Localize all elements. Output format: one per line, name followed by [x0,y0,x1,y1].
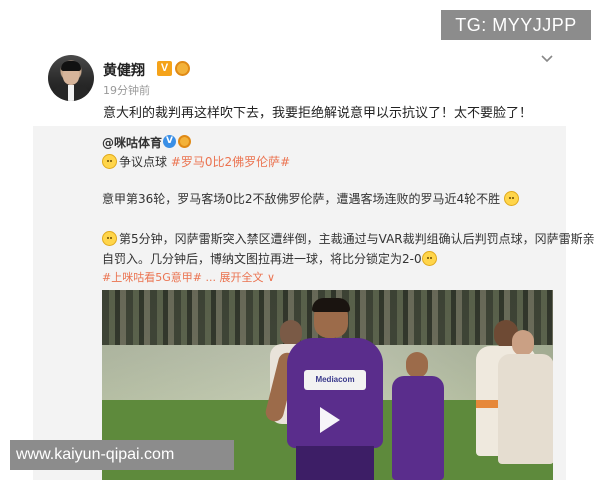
play-icon[interactable] [310,402,346,438]
emoji-icon [102,231,117,246]
avatar-shirt [68,85,74,101]
medal-icon [175,61,190,76]
vip-badge-icon: V [157,61,172,76]
post-time[interactable]: 19分钟前 [103,82,150,98]
paragraph-2a-text: 第5分钟，冈萨雷斯突入禁区遭绊倒，主裁通过与VAR裁判组确认后判罚点球，冈萨雷斯… [119,232,595,246]
repost-paragraph-2-cont: 自罚入。几分钟后，博纳文图拉再进一球，将比分锁定为2-0 [102,250,439,267]
author-name[interactable]: 黄健翔 [103,60,145,80]
hashtag-link[interactable]: #罗马0比2佛罗伦萨# [171,155,290,169]
avatar-hair [61,61,81,71]
post-text: 意大利的裁判再这样吹下去，我要拒绝解说意甲以示抗议了！太不要脸了！ [103,106,533,121]
promo-line: #上咪咕看5G意甲# ... 展开全文 ∨ [102,269,275,285]
player-fiorentina: Mediacom [263,298,392,480]
emoji-icon [102,154,117,169]
site-watermark: www.kaiyun-qipai.com [10,440,234,470]
chevron-down-icon[interactable] [540,52,554,66]
emoji-icon [421,251,437,266]
paragraph-2b-text: 自罚入。几分钟后，博纳文图拉再进一球，将比分锁定为2-0 [102,252,422,266]
avatar[interactable] [48,55,94,101]
promo-hashtag-link[interactable]: #上咪咕看5G意甲# [102,271,205,284]
telegram-watermark: TG: MYYJJPP [441,10,591,40]
repost-paragraph-1: 意甲第36轮，罗马客场0比2不敌佛罗伦萨，遭遇客场连败的罗马近4轮不胜 [102,190,521,207]
topic-label: 争议点球 [119,155,171,169]
player-roma-2 [498,330,553,480]
emoji-icon [504,191,520,206]
medal-icon [178,135,191,148]
sponsor-label: Mediacom [304,370,366,390]
player-fiorentina-2 [390,352,446,480]
repost-author[interactable]: @咪咕体育 [102,134,162,151]
expand-full-text-link[interactable]: ... 展开全文 [205,271,263,284]
repost-paragraph-2: 第5分钟，冈萨雷斯突入禁区遭绊倒，主裁通过与VAR裁判组确认后判罚点球，冈萨雷斯… [102,230,595,247]
expand-arrow-icon[interactable]: ∨ [267,271,275,284]
paragraph-1-text: 意甲第36轮，罗马客场0比2不敌佛罗伦萨，遭遇客场连败的罗马近4轮不胜 [102,192,501,206]
repost-tag-line: 争议点球 #罗马0比2佛罗伦萨# [102,153,290,170]
verified-badge-icon: V [163,135,176,148]
